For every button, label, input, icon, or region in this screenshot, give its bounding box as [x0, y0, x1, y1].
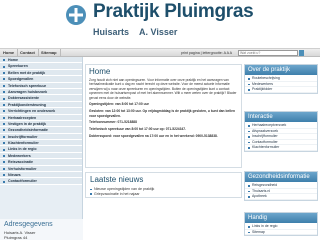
main-body: Zorg houdt zich niet aan openingsuren. V… [89, 78, 240, 141]
box-link[interactable]: Praktijkfolder [245, 87, 317, 93]
main-content: Home Zorg houdt zich niet aan openingsur… [85, 64, 242, 168]
address-street: Pluimgras 44 [4, 235, 28, 240]
logo-icon [66, 5, 86, 25]
phone-number: Telefoonnummer: 071-5218888 [89, 120, 137, 125]
subtitle-profession: Huisarts [93, 27, 130, 37]
closed-hours: Gesloten: van 12:00 tot 13:00 uur. Op vr… [89, 109, 236, 118]
right-column: Over de praktijk Routebeschrijving Medew… [244, 64, 318, 240]
page-title: Home [89, 67, 111, 76]
box-title: Gezondheidsinformatie [245, 172, 317, 182]
news-box: Laatste nieuws Nieuwe openingstijden van… [85, 172, 242, 198]
subtitle-doctor: A. Visser [139, 27, 178, 37]
nav-contact[interactable]: Contact [17, 49, 39, 57]
box-interaction: Interactie Herhaalreceptverzoek Afspraak… [244, 111, 318, 152]
box-link[interactable]: Klachtenformulier [245, 145, 317, 151]
print-font-size-links[interactable]: print pagina | lettergrootte: A A A [181, 49, 232, 57]
site-title[interactable]: Praktijk Pluimgras [93, 1, 254, 23]
sidebar: Home Spreekuren Bellen met de praktijk S… [0, 57, 83, 240]
site-subtitle: Huisarts A. Visser [93, 27, 177, 37]
emergency-info: Doktersspoed: voor spoedgevallen na 17:0… [89, 134, 218, 139]
search-button[interactable] [299, 50, 304, 56]
news-item[interactable]: Griepvaccinatie in het najaar [90, 192, 240, 197]
news-title: Laatste nieuws [90, 175, 144, 184]
box-about-practice: Over de praktijk Routebeschrijving Medew… [244, 64, 318, 94]
news-list: Nieuwe openingstijden van de praktijk Gr… [90, 187, 240, 196]
address-box: Adresgegevens Huisarts A. Visser Pluimgr… [0, 219, 83, 240]
box-link[interactable]: Apotheek [245, 194, 317, 200]
box-handy: Handig Links in de regio Sitemap [244, 212, 318, 237]
box-title: Handig [245, 213, 317, 223]
sidebar-item[interactable]: Contactformulier [0, 178, 82, 185]
intro-paragraph: Zorg houdt zich niet aan openingsuren. V… [89, 78, 237, 100]
phone-consult: Telefonisch spreekuur van 8:00 tot 17:00… [89, 127, 187, 132]
box-link[interactable]: Sitemap [245, 230, 317, 236]
box-health-info: Gezondheidsinformatie Reisgezondheid Thu… [244, 171, 318, 201]
top-navbar: Home Contact Sitemap print pagina | lett… [0, 48, 320, 57]
address-title: Adresgegevens [4, 221, 53, 228]
box-title: Over de praktijk [245, 65, 317, 75]
box-title: Interactie [245, 112, 317, 122]
opening-hours: Openingstijden: van 8:00 tot 17:00 uur [89, 102, 149, 107]
site-header: Praktijk Pluimgras Huisarts A. Visser [0, 0, 320, 47]
sidebar-menu: Home Spreekuren Bellen met de praktijk S… [0, 57, 82, 185]
nav-home[interactable]: Home [0, 49, 19, 57]
nav-sitemap[interactable]: Sitemap [38, 49, 61, 57]
search-input[interactable] [238, 50, 298, 56]
